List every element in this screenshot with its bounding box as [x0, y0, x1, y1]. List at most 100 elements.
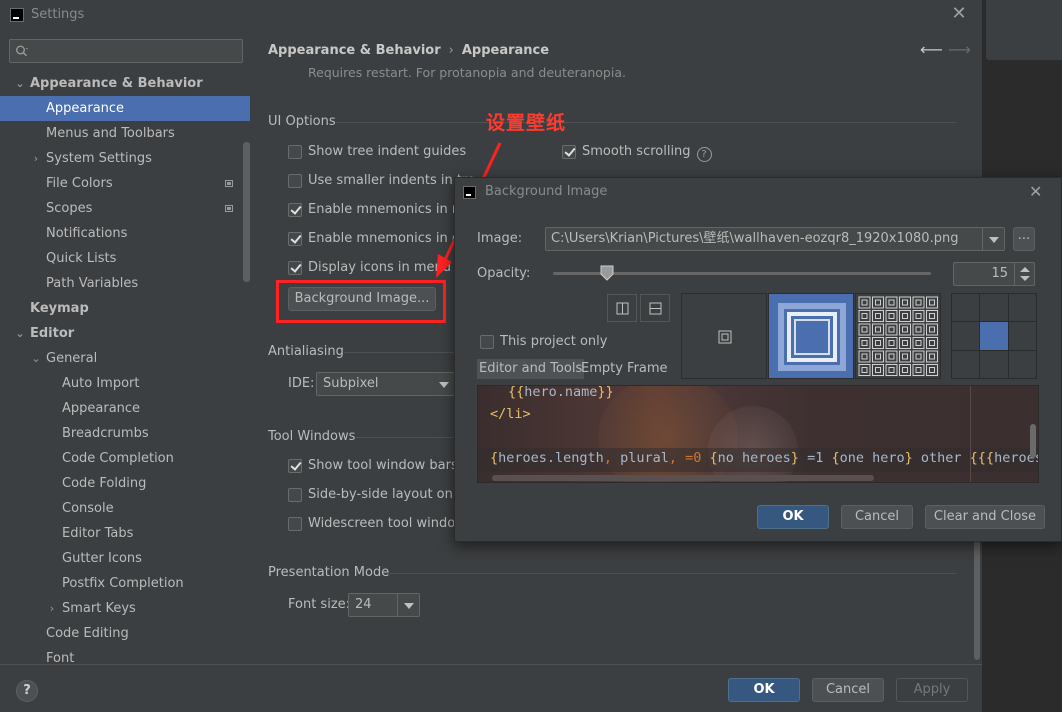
tree-item-font[interactable]: Font	[0, 646, 243, 664]
close-window-icon[interactable]: ✕	[948, 4, 970, 26]
chevron-down-icon[interactable]	[982, 228, 1004, 250]
anchor-top[interactable]	[980, 294, 1008, 322]
image-path-combo[interactable]: C:\Users\Krian\Pictures\壁纸\wallhaven-eoz…	[545, 227, 1005, 251]
tree-item-path-variables[interactable]: Path Variables	[0, 271, 243, 296]
tree-item-code-completion[interactable]: Code Completion	[0, 446, 243, 471]
anchor-top-right[interactable]	[1008, 294, 1036, 322]
anchor-bottom-left[interactable]	[952, 350, 980, 378]
presentation-font-size-select[interactable]: 24	[348, 593, 420, 617]
tree-item-appearance-behavior[interactable]: ⌄ Appearance & Behavior	[0, 71, 243, 96]
anchor-right[interactable]	[1008, 322, 1036, 350]
tree-item-code-folding[interactable]: Code Folding	[0, 471, 243, 496]
tree-item-code-editing[interactable]: Code Editing	[0, 621, 243, 646]
ide-antialiasing-select[interactable]: Subpixel	[316, 372, 456, 396]
forward-arrow-icon[interactable]: ⟶	[948, 40, 971, 59]
checkbox[interactable]	[480, 335, 494, 349]
section-divider	[356, 437, 454, 438]
tree-item-keymap[interactable]: Keymap	[0, 296, 243, 321]
placement-center-option[interactable]	[681, 293, 767, 379]
background-preview: {{hero.name}} </li> {heroes.length, plur…	[477, 385, 1039, 483]
checkbox-checked[interactable]	[562, 145, 576, 159]
chevron-down-icon: ⌄	[31, 352, 41, 365]
anchor-top-left[interactable]	[952, 294, 980, 322]
chevron-down-icon: ⌄	[15, 327, 25, 340]
tree-item-console[interactable]: Console	[0, 496, 243, 521]
fill-vertical-button[interactable]	[640, 294, 670, 322]
breadcrumb-parent[interactable]: Appearance & Behavior	[268, 43, 441, 58]
tree-item-quick-lists[interactable]: Quick Lists	[0, 246, 243, 271]
clear-and-close-button[interactable]: Clear and Close	[925, 505, 1045, 529]
tree-item-scopes[interactable]: Scopes	[0, 196, 243, 221]
section-divider	[344, 352, 454, 353]
tree-item-editor-appearance[interactable]: Appearance	[0, 396, 243, 421]
tree-item-gutter-icons[interactable]: Gutter Icons	[0, 546, 243, 571]
fill-horizontal-button[interactable]	[607, 294, 637, 322]
tree-item-postfix-completion[interactable]: Postfix Completion	[0, 571, 243, 596]
opacity-slider-thumb[interactable]	[600, 265, 614, 281]
intellij-app-icon	[10, 8, 24, 22]
browse-button[interactable]: ...	[1013, 227, 1035, 251]
tree-item-general[interactable]: ⌄ General	[0, 346, 243, 371]
window-title: Settings	[31, 7, 85, 22]
tree-item-notifications[interactable]: Notifications	[0, 221, 243, 246]
section-divider	[336, 122, 956, 123]
breadcrumb-current: Appearance	[461, 43, 550, 58]
code-line-2: </li>	[490, 406, 531, 422]
footer-bar: ? OK Cancel Apply	[0, 664, 982, 712]
annotation-label: 设置壁纸	[486, 112, 567, 134]
tab-empty-frame[interactable]: Empty Frame	[579, 359, 670, 379]
tree-item-editor[interactable]: ⌄ Editor	[0, 321, 243, 346]
checkbox[interactable]	[288, 174, 302, 188]
help-icon[interactable]: ?	[696, 147, 712, 162]
tree-item-smart-keys[interactable]: › Smart Keys	[0, 596, 243, 621]
intellij-app-icon	[463, 186, 476, 199]
opacity-spinner[interactable]: 15	[953, 262, 1035, 286]
help-button[interactable]: ?	[16, 680, 38, 702]
tree-item-file-colors[interactable]: File Colors	[0, 171, 243, 196]
tree-item-auto-import[interactable]: Auto Import	[0, 371, 243, 396]
tree-item-menus-toolbars[interactable]: Menus and Toolbars	[0, 121, 243, 146]
project-level-icon	[225, 205, 233, 212]
cancel-button[interactable]: Cancel	[812, 678, 884, 702]
back-arrow-icon[interactable]: ⟵	[920, 40, 943, 59]
tree-item-system-settings[interactable]: › System Settings	[0, 146, 243, 171]
ok-button[interactable]: OK	[728, 678, 800, 702]
placement-tile-option[interactable]	[855, 293, 941, 379]
close-dialog-icon[interactable]: ✕	[1029, 182, 1042, 201]
spinner-arrows-icon[interactable]	[1014, 263, 1034, 285]
dialog-ok-button[interactable]: OK	[757, 505, 829, 529]
scale-placement-icon	[778, 303, 846, 371]
preview-vertical-scrollbar[interactable]	[1030, 424, 1036, 458]
preview-horizontal-scrollbar[interactable]	[492, 475, 874, 481]
checkbox-checked[interactable]	[288, 203, 302, 217]
anchor-bottom-right[interactable]	[1008, 350, 1036, 378]
checkbox[interactable]	[288, 145, 302, 159]
search-icon	[16, 45, 28, 57]
tree-item-editor-tabs[interactable]: Editor Tabs	[0, 521, 243, 546]
checkbox[interactable]	[288, 488, 302, 502]
anchor-center[interactable]	[980, 322, 1008, 350]
settings-tree: ⌄ Appearance & Behavior Appearance Menus…	[0, 70, 252, 664]
checkbox-checked[interactable]	[288, 261, 302, 275]
checkbox-checked[interactable]	[288, 232, 302, 246]
split-vertical-icon	[616, 302, 629, 315]
tree-item-appearance[interactable]: Appearance	[0, 96, 250, 121]
apply-button[interactable]: Apply	[896, 678, 968, 702]
anchor-left[interactable]	[952, 322, 980, 350]
anchor-bottom[interactable]	[980, 350, 1008, 378]
project-level-icon	[225, 180, 233, 187]
sidebar-scrollbar[interactable]	[243, 142, 250, 282]
placement-scale-option[interactable]	[768, 293, 854, 379]
checkbox-checked[interactable]	[288, 459, 302, 473]
tree-item-breadcrumbs[interactable]: Breadcrumbs	[0, 421, 243, 446]
dialog-title: Background Image	[485, 184, 608, 199]
anchor-position-grid[interactable]	[951, 293, 1037, 379]
checkbox[interactable]	[288, 517, 302, 531]
tab-editor-and-tools[interactable]: Editor and Tools	[477, 359, 585, 379]
settings-search-input[interactable]	[9, 39, 243, 63]
content-scrollbar[interactable]	[974, 530, 980, 660]
chevron-down-icon: ⌄	[15, 77, 25, 90]
code-line-1: {{hero.name}}	[508, 385, 614, 400]
dialog-cancel-button[interactable]: Cancel	[841, 505, 913, 529]
chevron-down-icon	[397, 594, 419, 616]
